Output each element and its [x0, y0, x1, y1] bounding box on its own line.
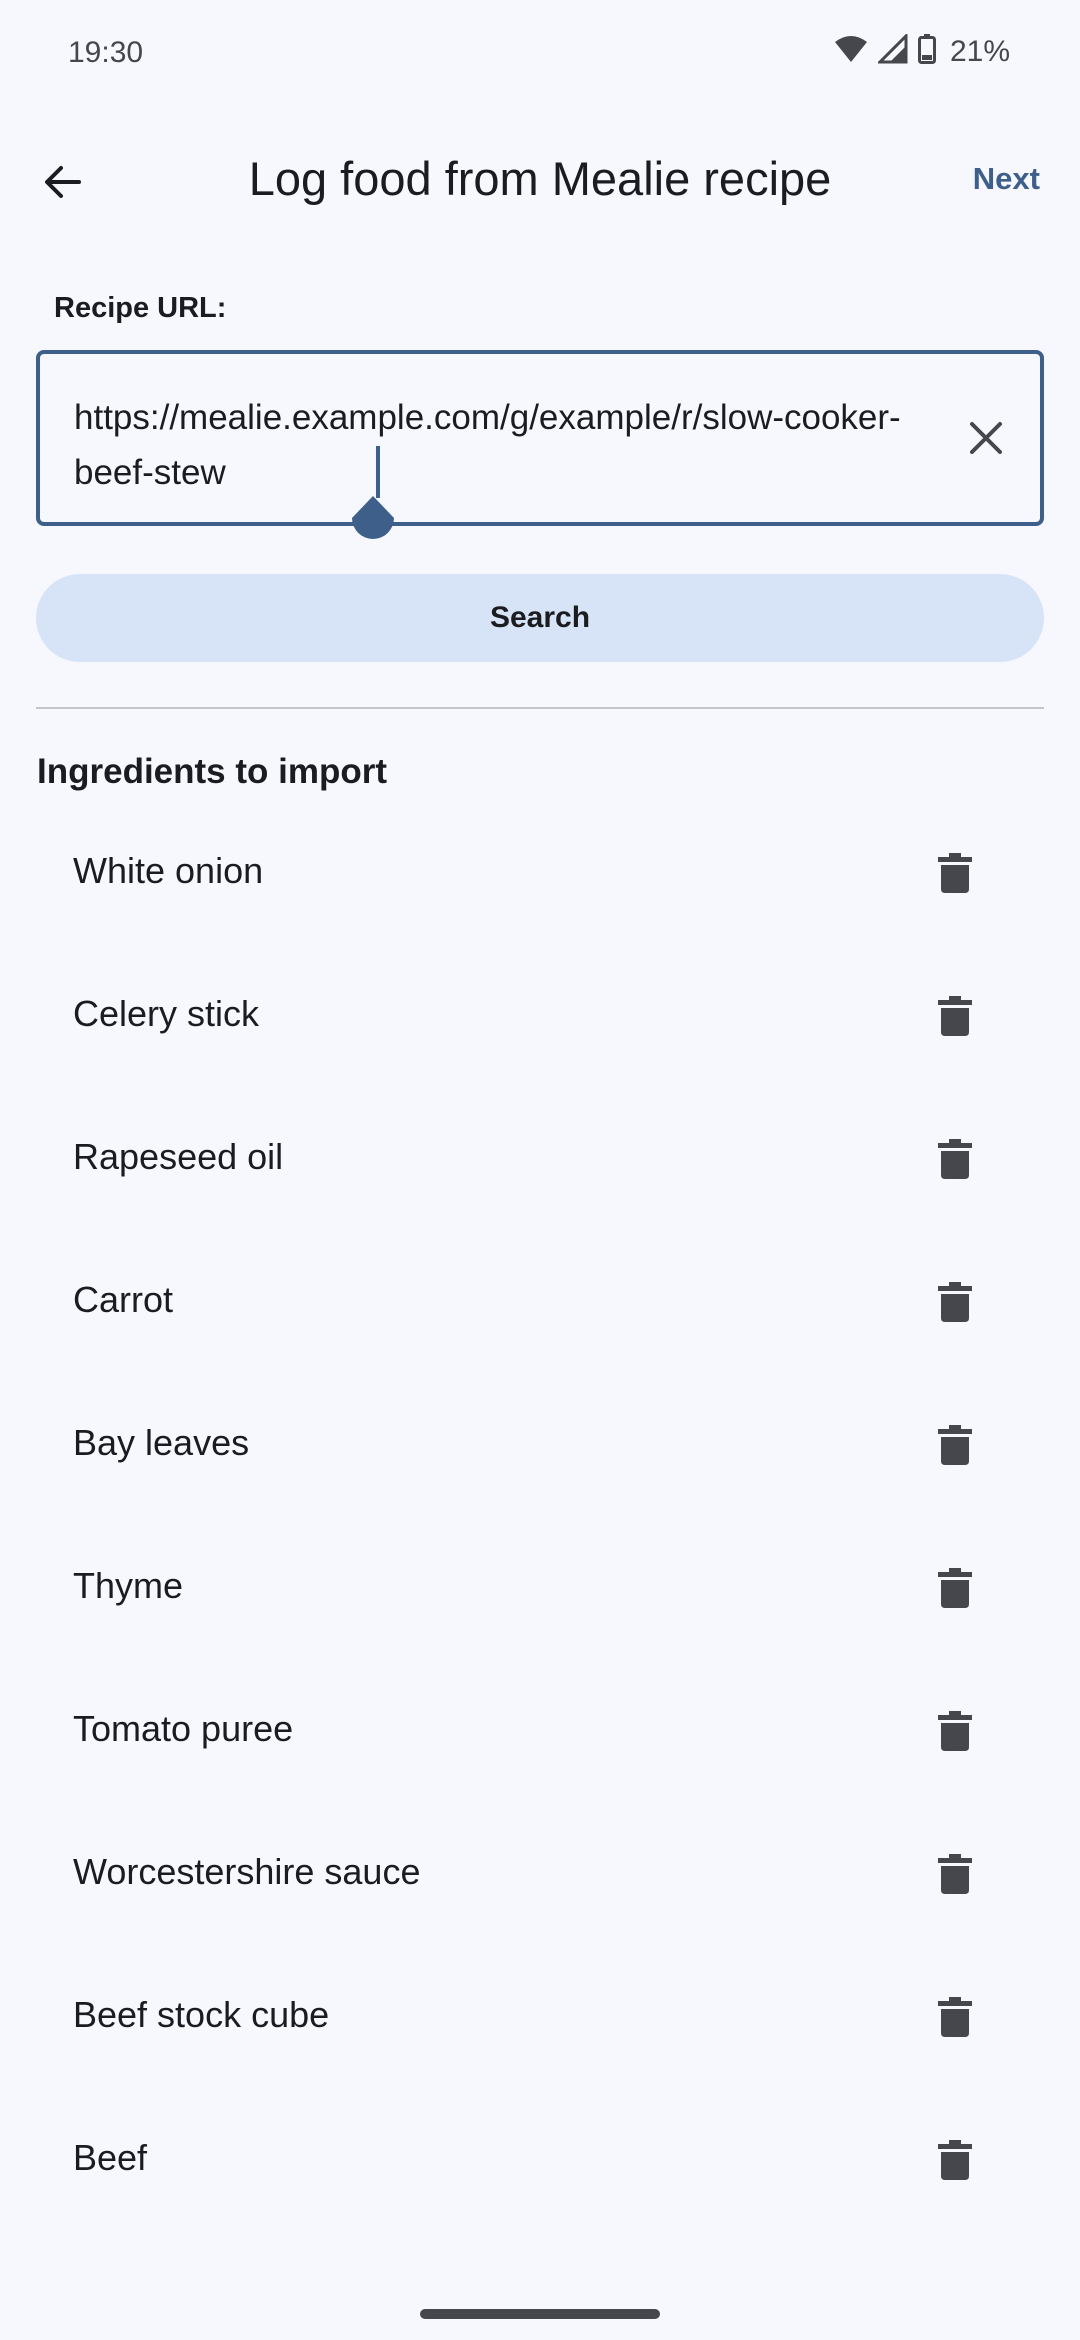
status-bar: 19:30 21% — [0, 0, 1080, 110]
recipe-url-input[interactable]: https://mealie.example.com/g/example/r/s… — [74, 390, 914, 500]
list-item: Beef — [0, 2087, 1080, 2230]
trash-icon — [938, 1282, 972, 1322]
clear-button[interactable] — [954, 406, 1018, 470]
delete-button[interactable] — [920, 1839, 990, 1909]
ingredient-name: Beef stock cube — [73, 1994, 330, 2035]
close-icon — [970, 422, 1002, 454]
battery-percent: 21% — [949, 34, 1010, 68]
ingredient-name: Bay leaves — [73, 1422, 250, 1463]
status-time: 19:30 — [68, 36, 144, 69]
list-item: Worcestershire sauce — [0, 1801, 1080, 1944]
delete-button[interactable] — [920, 1267, 990, 1337]
delete-button[interactable] — [920, 2125, 990, 2195]
battery-icon — [917, 34, 936, 69]
ingredient-name: Celery stick — [73, 993, 260, 1034]
delete-button[interactable] — [920, 1410, 990, 1480]
page-title: Log food from Mealie recipe — [248, 152, 832, 205]
text-cursor — [376, 446, 380, 498]
trash-icon — [938, 1568, 972, 1608]
recipe-url-field[interactable]: https://mealie.example.com/g/example/r/s… — [36, 350, 1044, 526]
ingredient-name: Rapeseed oil — [73, 1136, 284, 1177]
home-indicator[interactable] — [420, 2309, 660, 2319]
list-item: Bay leaves — [0, 1372, 1080, 1515]
delete-button[interactable] — [920, 981, 990, 1051]
top-app-bar: Log food from Mealie recipe Next — [0, 125, 1080, 230]
ingredient-name: White onion — [73, 850, 264, 891]
ingredient-name: Thyme — [73, 1565, 184, 1606]
list-item: Rapeseed oil — [0, 1086, 1080, 1229]
trash-icon — [938, 996, 972, 1036]
list-item: Carrot — [0, 1229, 1080, 1372]
recipe-url-label: Recipe URL: — [54, 292, 227, 324]
trash-icon — [938, 853, 972, 893]
signal-icon — [876, 32, 908, 69]
trash-icon — [938, 1139, 972, 1179]
ingredient-name: Tomato puree — [73, 1708, 294, 1749]
delete-button[interactable] — [920, 838, 990, 908]
ingredient-name: Carrot — [73, 1279, 174, 1320]
ingredient-name: Worcestershire sauce — [73, 1851, 421, 1892]
screen: 19:30 21% Log food from Mealie recipe Ne… — [0, 0, 1080, 2340]
trash-icon — [938, 1854, 972, 1894]
cursor-handle[interactable] — [350, 496, 396, 548]
ingredient-list: White onion Celery stick Rapeseed oil Ca… — [0, 800, 1080, 2230]
divider — [36, 707, 1044, 709]
delete-button[interactable] — [920, 1982, 990, 2052]
trash-icon — [938, 1711, 972, 1751]
trash-icon — [938, 1425, 972, 1465]
delete-button[interactable] — [920, 1124, 990, 1194]
ingredients-title: Ingredients to import — [37, 752, 387, 791]
search-button[interactable]: Search — [36, 574, 1044, 662]
trash-icon — [938, 1997, 972, 2037]
delete-button[interactable] — [920, 1553, 990, 1623]
delete-button[interactable] — [920, 1696, 990, 1766]
list-item: White onion — [0, 800, 1080, 943]
list-item: Thyme — [0, 1515, 1080, 1658]
next-button[interactable]: Next — [973, 161, 1040, 197]
list-item: Celery stick — [0, 943, 1080, 1086]
wifi-icon — [834, 34, 868, 69]
trash-icon — [938, 2140, 972, 2180]
status-icons: 21% — [834, 32, 1010, 69]
list-item: Tomato puree — [0, 1658, 1080, 1801]
ingredient-name: Beef — [73, 2137, 148, 2178]
list-item: Beef stock cube — [0, 1944, 1080, 2087]
